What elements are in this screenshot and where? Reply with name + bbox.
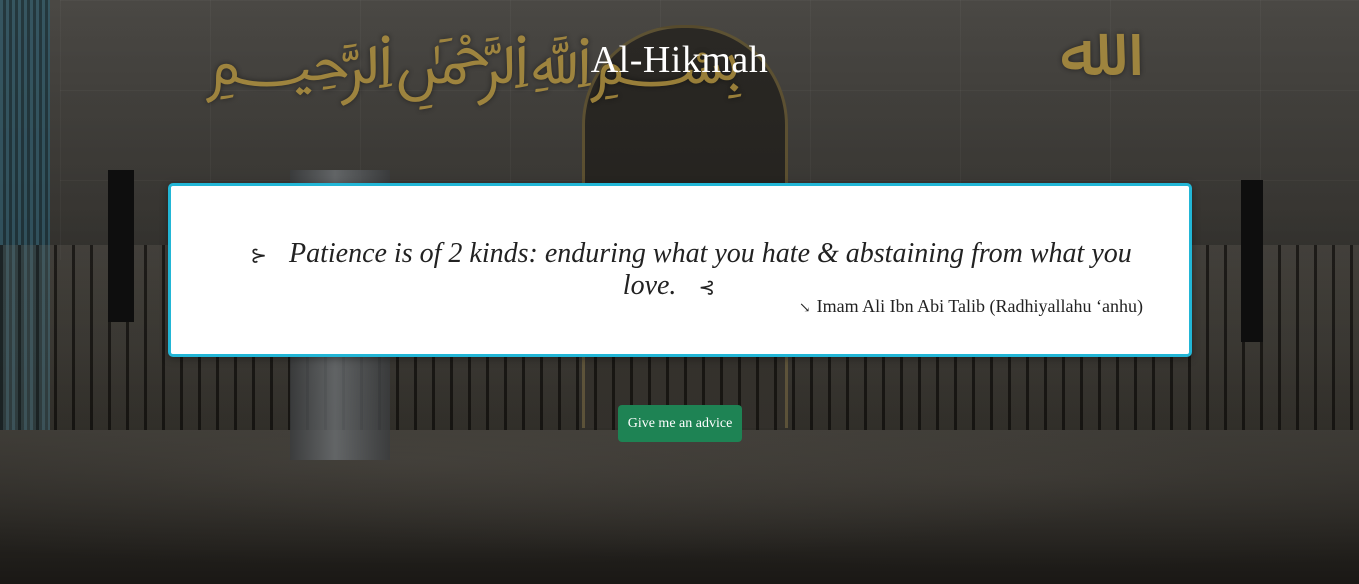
- quote-open-icon: ⊱: [250, 245, 267, 268]
- carpet-floor: [0, 430, 1359, 584]
- quote-row: ⊱ Patience is of 2 kinds: enduring what y…: [171, 238, 1189, 302]
- quote-author: ↘ Imam Ali Ibn Abi Talib (Radhiyallahu ‘a…: [799, 296, 1143, 317]
- give-advice-button[interactable]: Give me an advice: [618, 405, 742, 442]
- speaker-left: [108, 170, 134, 322]
- quote-close-icon: ⊰: [698, 277, 716, 300]
- speaker-right: [1241, 180, 1263, 342]
- pointing-hand-icon: ↘: [798, 301, 811, 316]
- author-name: Imam Ali Ibn Abi Talib (Radhiyallahu ‘an…: [816, 296, 1143, 316]
- quote-card: ⊱ Patience is of 2 kinds: enduring what y…: [168, 183, 1192, 357]
- page-title: Al-Hikmah: [590, 39, 769, 81]
